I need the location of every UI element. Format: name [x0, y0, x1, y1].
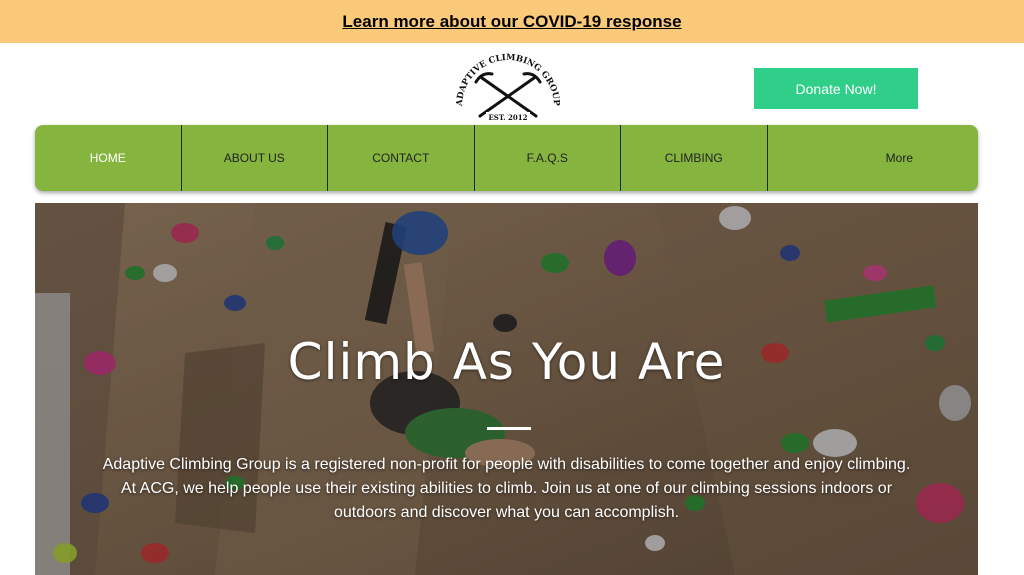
logo-emblem: ADAPTIVE CLIMBING GROUP EST. 2012 [455, 53, 561, 122]
nav-item-more[interactable]: More [768, 125, 979, 191]
main-nav: HOME ABOUT US CONTACT F.A.Q.S CLIMBING M… [35, 125, 978, 191]
nav-item-about-us[interactable]: ABOUT US [182, 125, 328, 191]
hero-description: Adaptive Climbing Group is a registered … [102, 456, 911, 521]
hero-section: Climb As You Are Adaptive Climbing Group… [35, 203, 978, 575]
donate-button[interactable]: Donate Now! [754, 68, 918, 109]
nav-item-contact[interactable]: CONTACT [328, 125, 475, 191]
hero-title: Climb As You Are [287, 333, 726, 391]
covid-banner: Learn more about our COVID-19 response [0, 0, 1024, 43]
site-logo[interactable]: ADAPTIVE CLIMBING GROUP EST. 2012 [448, 46, 568, 124]
covid-response-link[interactable]: Learn more about our COVID-19 response [342, 12, 681, 32]
nav-item-home[interactable]: HOME [35, 125, 182, 191]
logo-arc-text: ADAPTIVE CLIMBING GROUP [455, 53, 561, 107]
nav-item-faqs[interactable]: F.A.Q.S [475, 125, 621, 191]
nav-item-climbing[interactable]: CLIMBING [621, 125, 768, 191]
hero-divider [487, 427, 531, 430]
crossed-axes-icon [474, 72, 542, 118]
logo-established: EST. 2012 [488, 113, 527, 122]
